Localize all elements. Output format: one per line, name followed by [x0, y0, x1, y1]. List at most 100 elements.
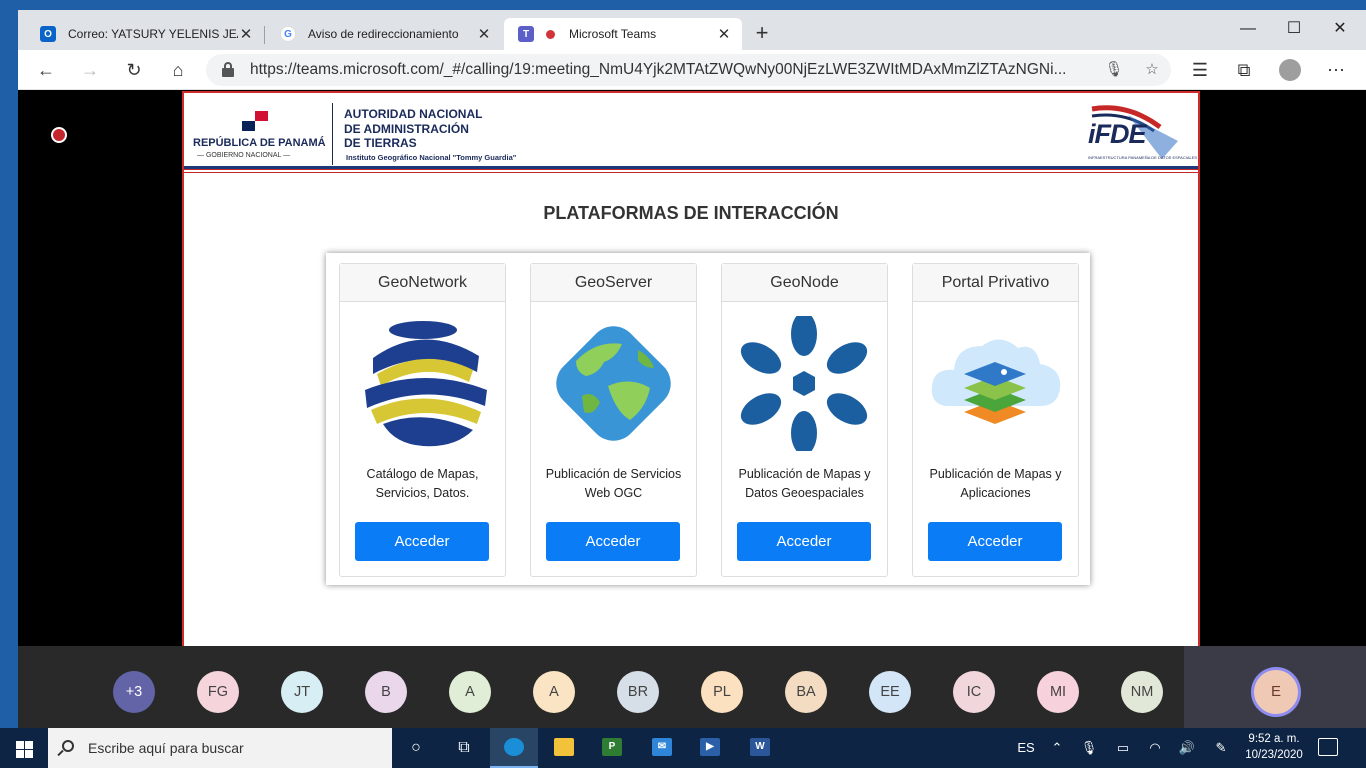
geoserver-globe-logo: [556, 326, 671, 441]
participant-avatar[interactable]: B: [365, 671, 407, 713]
close-icon[interactable]: ✕: [476, 25, 492, 43]
gobierno-label: — GOBIERNO NACIONAL —: [197, 152, 291, 159]
acceder-portal-privativo-button[interactable]: Acceder: [928, 522, 1062, 561]
card-title: GeoServer: [531, 264, 696, 302]
self-video-tile[interactable]: E: [1184, 646, 1366, 728]
favorites-list-icon[interactable]: ☰: [1184, 55, 1216, 85]
cortana-icon[interactable]: ○: [392, 728, 440, 768]
maximize-button[interactable]: ☐: [1271, 15, 1317, 45]
geonetwork-logo: [365, 321, 487, 447]
project-app-icon[interactable]: P: [588, 728, 636, 768]
participant-avatar[interactable]: BR: [617, 671, 659, 713]
microphone-icon[interactable]: 🎙: [1102, 58, 1126, 82]
recording-dot-icon: [546, 29, 555, 39]
start-button[interactable]: [0, 728, 48, 768]
participant-avatar[interactable]: BA: [785, 671, 827, 713]
windows-taskbar: Escribe aquí para buscar ○ ⧉ P ✉ ▶ W ES …: [0, 728, 1366, 768]
acceder-geonetwork-button[interactable]: Acceder: [355, 522, 489, 561]
language-indicator[interactable]: ES: [1012, 728, 1040, 768]
card-title: GeoNetwork: [340, 264, 505, 302]
header-rule: [184, 166, 1198, 169]
search-placeholder: Escribe aquí para buscar: [88, 740, 244, 756]
new-tab-button[interactable]: +: [748, 20, 776, 48]
clock-date: 10/23/2020: [1245, 749, 1303, 761]
battery-icon[interactable]: ▭: [1110, 728, 1136, 768]
participant-avatar[interactable]: MI: [1037, 671, 1079, 713]
participant-avatar[interactable]: +3: [113, 671, 155, 713]
minimize-button[interactable]: —: [1225, 15, 1271, 45]
google-icon: G: [280, 26, 296, 42]
wifi-icon[interactable]: ◠: [1142, 728, 1168, 768]
card-geonode: GeoNode Publicación de Mapas y Datos Geo…: [721, 263, 888, 577]
authority-name: AUTORIDAD NACIONAL DE ADMINISTRACIÓN DE …: [344, 107, 483, 150]
file-explorer-icon[interactable]: [540, 728, 588, 768]
platform-cards-panel: GeoNetwork Catálogo de Mapas, Servicios,…: [326, 253, 1090, 585]
participant-avatar[interactable]: A: [449, 671, 491, 713]
task-view-icon[interactable]: ⧉: [440, 728, 488, 768]
pen-icon[interactable]: ✎: [1208, 728, 1234, 768]
ifde-logo: iFDE INFRAESTRUCTURA PANAMEÑA DE DATOS E…: [1088, 101, 1197, 161]
edge-browser-icon[interactable]: [490, 728, 538, 768]
back-button[interactable]: ←: [30, 55, 62, 85]
clock[interactable]: 9:52 a. m. 10/23/2020: [1236, 731, 1312, 763]
address-bar[interactable]: https://teams.microsoft.com/_#/calling/1…: [206, 54, 1171, 86]
tab-teams[interactable]: T Microsoft Teams ✕: [504, 18, 742, 50]
volume-icon[interactable]: 🔊: [1174, 728, 1200, 768]
participant-avatar[interactable]: A: [533, 671, 575, 713]
participant-avatar[interactable]: FG: [197, 671, 239, 713]
card-geoserver: GeoServer Publicación de Servicios Web O…: [530, 263, 697, 577]
mail-icon[interactable]: ✉: [638, 728, 686, 768]
tab-strip: O Correo: YATSURY YELENIS JEAN I ✕ G Avi…: [18, 10, 1366, 50]
outlook-icon: O: [40, 26, 56, 42]
word-icon[interactable]: W: [736, 728, 784, 768]
chevron-up-icon[interactable]: ⌃: [1046, 728, 1068, 768]
presentation-app-icon[interactable]: ▶: [686, 728, 734, 768]
institute-label: Instituto Geográfico Nacional "Tommy Gua…: [346, 153, 517, 162]
tab-title: Aviso de redireccionamiento: [308, 27, 459, 41]
card-portal-privativo: Portal Privativo Publicación de Mapas y …: [912, 263, 1079, 577]
close-window-button[interactable]: ✕: [1317, 15, 1363, 45]
header-divider: [332, 103, 333, 165]
clock-time: 9:52 a. m.: [1248, 733, 1300, 745]
url-text[interactable]: https://teams.microsoft.com/_#/calling/1…: [250, 61, 1090, 79]
taskbar-search-box[interactable]: Escribe aquí para buscar: [48, 728, 392, 768]
browser-window: O Correo: YATSURY YELENIS JEAN I ✕ G Avi…: [18, 10, 1366, 728]
card-description: Publicación de Mapas y Aplicaciones: [929, 467, 1062, 500]
geonode-logo: [740, 316, 868, 451]
participant-avatar[interactable]: NM: [1121, 671, 1163, 713]
self-avatar: E: [1251, 667, 1301, 717]
card-title: Portal Privativo: [913, 264, 1078, 302]
tab-outlook[interactable]: O Correo: YATSURY YELENIS JEAN I ✕: [26, 18, 264, 50]
teams-meeting-stage: REPÚBLICA DE PANAMÁ — GOBIERNO NACIONAL …: [18, 90, 1366, 728]
card-title: GeoNode: [722, 264, 887, 302]
participant-avatar[interactable]: PL: [701, 671, 743, 713]
card-geonetwork: GeoNetwork Catálogo de Mapas, Servicios,…: [339, 263, 506, 577]
participant-avatar[interactable]: EE: [869, 671, 911, 713]
profile-avatar-icon[interactable]: [1274, 55, 1306, 85]
acceder-geonode-button[interactable]: Acceder: [737, 522, 871, 561]
forward-button[interactable]: →: [74, 55, 106, 85]
close-icon[interactable]: ✕: [238, 25, 254, 43]
card-description: Publicación de Servicios Web OGC: [545, 467, 682, 500]
recording-indicator-icon: [51, 127, 67, 143]
notifications-icon[interactable]: [1318, 738, 1338, 756]
card-description: Publicación de Mapas y Datos Geoespacial…: [738, 467, 871, 500]
participant-avatar[interactable]: IC: [953, 671, 995, 713]
refresh-button[interactable]: ↻: [118, 55, 150, 85]
participants-bar: +3 FG JT B A A BR PL BA EE IC MI NM E: [18, 646, 1366, 728]
more-menu-icon[interactable]: ⋯: [1320, 55, 1352, 85]
tab-separator: [264, 26, 265, 44]
acceder-geoserver-button[interactable]: Acceder: [546, 522, 680, 561]
republica-label: REPÚBLICA DE PANAMÁ: [193, 137, 326, 149]
microphone-tray-icon[interactable]: 🎙: [1078, 728, 1100, 768]
close-icon[interactable]: ✕: [716, 25, 732, 43]
tab-redirect[interactable]: G Aviso de redireccionamiento ✕: [266, 18, 502, 50]
tab-title: Correo: YATSURY YELENIS JEAN I: [68, 27, 238, 41]
collections-icon[interactable]: ⧉: [1228, 55, 1260, 85]
shared-screen-slide: REPÚBLICA DE PANAMÁ — GOBIERNO NACIONAL …: [182, 91, 1200, 651]
teams-icon: T: [518, 26, 534, 42]
favorite-star-icon[interactable]: ☆: [1140, 58, 1164, 82]
home-button[interactable]: ⌂: [162, 55, 194, 85]
panama-flag-icon: [242, 111, 268, 131]
participant-avatar[interactable]: JT: [281, 671, 323, 713]
